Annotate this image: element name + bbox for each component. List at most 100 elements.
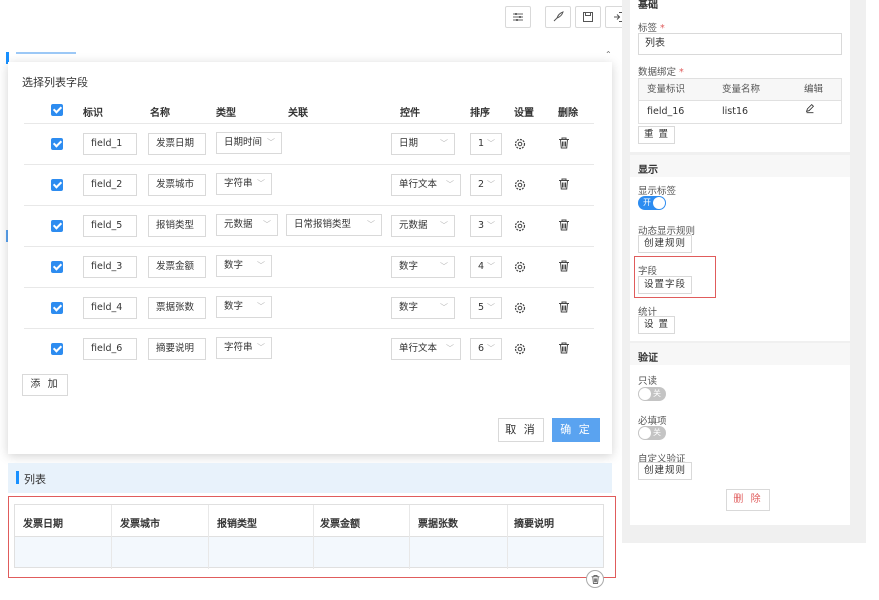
binding-table-header: 变量标识 变量名称 编辑 [639, 79, 841, 101]
rocket-icon[interactable] [545, 6, 571, 28]
order-value: 5 [478, 302, 485, 313]
binding-id: field_16 [647, 106, 685, 117]
control-select[interactable]: 单行文本 ﹀ [391, 174, 461, 196]
create-validation-rule-button[interactable]: 创建规则 [638, 462, 693, 480]
gear-icon[interactable] [513, 178, 527, 192]
confirm-button[interactable]: 确 定 [552, 418, 600, 442]
row-checkbox[interactable] [51, 343, 63, 355]
save-icon[interactable] [575, 6, 601, 28]
control-select[interactable]: 元数据 ﹀ [391, 215, 455, 237]
link-value: 日常报销类型 [294, 219, 352, 230]
row-checkbox[interactable] [51, 220, 63, 232]
control-select[interactable]: 数字 ﹀ [391, 256, 455, 278]
field-name-input[interactable]: 发票金额 [148, 256, 206, 278]
row-checkbox[interactable] [51, 261, 63, 273]
gear-icon[interactable] [513, 219, 527, 233]
list-col-header: 发票金额 [320, 519, 360, 530]
field-id-input[interactable]: field_2 [83, 174, 137, 196]
chevron-down-icon: ﹀ [487, 139, 495, 148]
type-select[interactable]: 数字 ﹀ [216, 255, 272, 277]
trash-icon[interactable] [557, 259, 571, 273]
section-title: 验证 [638, 353, 658, 364]
type-select[interactable]: 字符串 ﹀ [216, 173, 272, 195]
field-name-input[interactable]: 票据张数 [148, 297, 206, 319]
field-id-input[interactable]: field_3 [83, 256, 137, 278]
trash-icon[interactable] [557, 136, 571, 150]
order-select[interactable]: 3 ﹀ [470, 215, 502, 237]
order-select[interactable]: 1 ﹀ [470, 133, 502, 155]
control-select[interactable]: 单行文本 ﹀ [391, 338, 461, 360]
reset-button[interactable]: 重 置 [638, 126, 676, 144]
list-table[interactable]: 发票日期 发票城市 报销类型 发票金额 票据张数 摘要说明 [14, 504, 604, 569]
trash-icon[interactable] [557, 341, 571, 355]
order-select[interactable]: 6 ﹀ [470, 338, 502, 360]
list-col-header: 发票日期 [23, 519, 63, 530]
control-value: 数字 [399, 302, 419, 313]
control-value: 数字 [399, 261, 419, 272]
list-component-header[interactable]: 列表 [8, 463, 612, 493]
edit-pencil-icon[interactable] [796, 101, 841, 123]
create-rule-button[interactable]: 创建规则 [638, 235, 693, 253]
list-title: 列表 [24, 473, 46, 486]
settings-sliders-icon[interactable] [505, 6, 531, 28]
section-title: 显示 [638, 165, 658, 176]
readonly-toggle[interactable]: 关 [638, 387, 666, 401]
select-all-checkbox[interactable] [51, 104, 63, 116]
collapse-caret-icon[interactable]: ⌃ [605, 50, 612, 59]
field-id-input[interactable]: field_6 [83, 338, 137, 360]
type-value: 日期时间 [224, 137, 263, 148]
order-select[interactable]: 2 ﹀ [470, 174, 502, 196]
order-value: 6 [478, 343, 485, 354]
control-select[interactable]: 数字 ﹀ [391, 297, 455, 319]
gear-icon[interactable] [513, 342, 527, 356]
delete-button[interactable]: 删 除 [726, 489, 770, 511]
toggle-text: 关 [653, 428, 661, 437]
gear-icon[interactable] [513, 137, 527, 151]
trash-icon[interactable] [557, 177, 571, 191]
trash-icon[interactable] [557, 218, 571, 232]
chevron-down-icon: ﹀ [440, 262, 448, 271]
field-name-input[interactable]: 报销类型 [148, 215, 206, 237]
chevron-down-icon: ﹀ [487, 180, 495, 189]
chevron-down-icon: ﹀ [487, 262, 495, 271]
type-select[interactable]: 日期时间 ﹀ [216, 132, 282, 154]
required-toggle[interactable]: 关 [638, 426, 666, 440]
field-name-input[interactable]: 发票日期 [148, 133, 206, 155]
row-checkbox[interactable] [51, 138, 63, 150]
list-col-header: 报销类型 [217, 519, 257, 530]
gear-icon[interactable] [513, 260, 527, 274]
gear-icon[interactable] [513, 301, 527, 315]
row-checkbox[interactable] [51, 302, 63, 314]
col-header-id: 标识 [83, 108, 103, 119]
delete-component-button[interactable] [586, 570, 604, 588]
field-name-input[interactable]: 发票城市 [148, 174, 206, 196]
type-select[interactable]: 字符串 ﹀ [216, 337, 272, 359]
row-checkbox[interactable] [51, 179, 63, 191]
chevron-down-icon: ﹀ [487, 221, 495, 230]
stats-settings-button[interactable]: 设 置 [638, 316, 676, 334]
list-marker [16, 471, 19, 484]
type-select[interactable]: 数字 ﹀ [216, 296, 272, 318]
chevron-down-icon: ﹀ [257, 261, 265, 270]
trash-icon[interactable] [557, 300, 571, 314]
link-select[interactable]: 日常报销类型 ﹀ [286, 214, 382, 236]
order-select[interactable]: 4 ﹀ [470, 256, 502, 278]
col-header-control: 控件 [400, 108, 420, 119]
field-row: field_1 发票日期 日期时间 ﹀ 日期 ﹀ 1 ﹀ [24, 124, 594, 165]
cancel-button[interactable]: 取 消 [498, 418, 544, 442]
field-id-input[interactable]: field_1 [83, 133, 137, 155]
add-field-button[interactable]: 添 加 [22, 374, 68, 396]
label-input[interactable]: 列表 [638, 33, 842, 55]
list-column: 票据张数 [410, 505, 508, 569]
field-name-input[interactable]: 摘要说明 [148, 338, 206, 360]
field-id-input[interactable]: field_5 [83, 215, 137, 237]
field-highlight-outline [634, 256, 716, 298]
label-text: 数据绑定 [638, 67, 677, 78]
type-select[interactable]: 元数据 ﹀ [216, 214, 278, 236]
list-col-header: 发票城市 [120, 519, 160, 530]
order-select[interactable]: 5 ﹀ [470, 297, 502, 319]
field-id-input[interactable]: field_4 [83, 297, 137, 319]
control-select[interactable]: 日期 ﹀ [391, 133, 455, 155]
fields-table-header: 标识 名称 类型 关联 控件 排序 设置 删除 [24, 96, 594, 124]
show-label-toggle[interactable]: 开 [638, 196, 666, 210]
